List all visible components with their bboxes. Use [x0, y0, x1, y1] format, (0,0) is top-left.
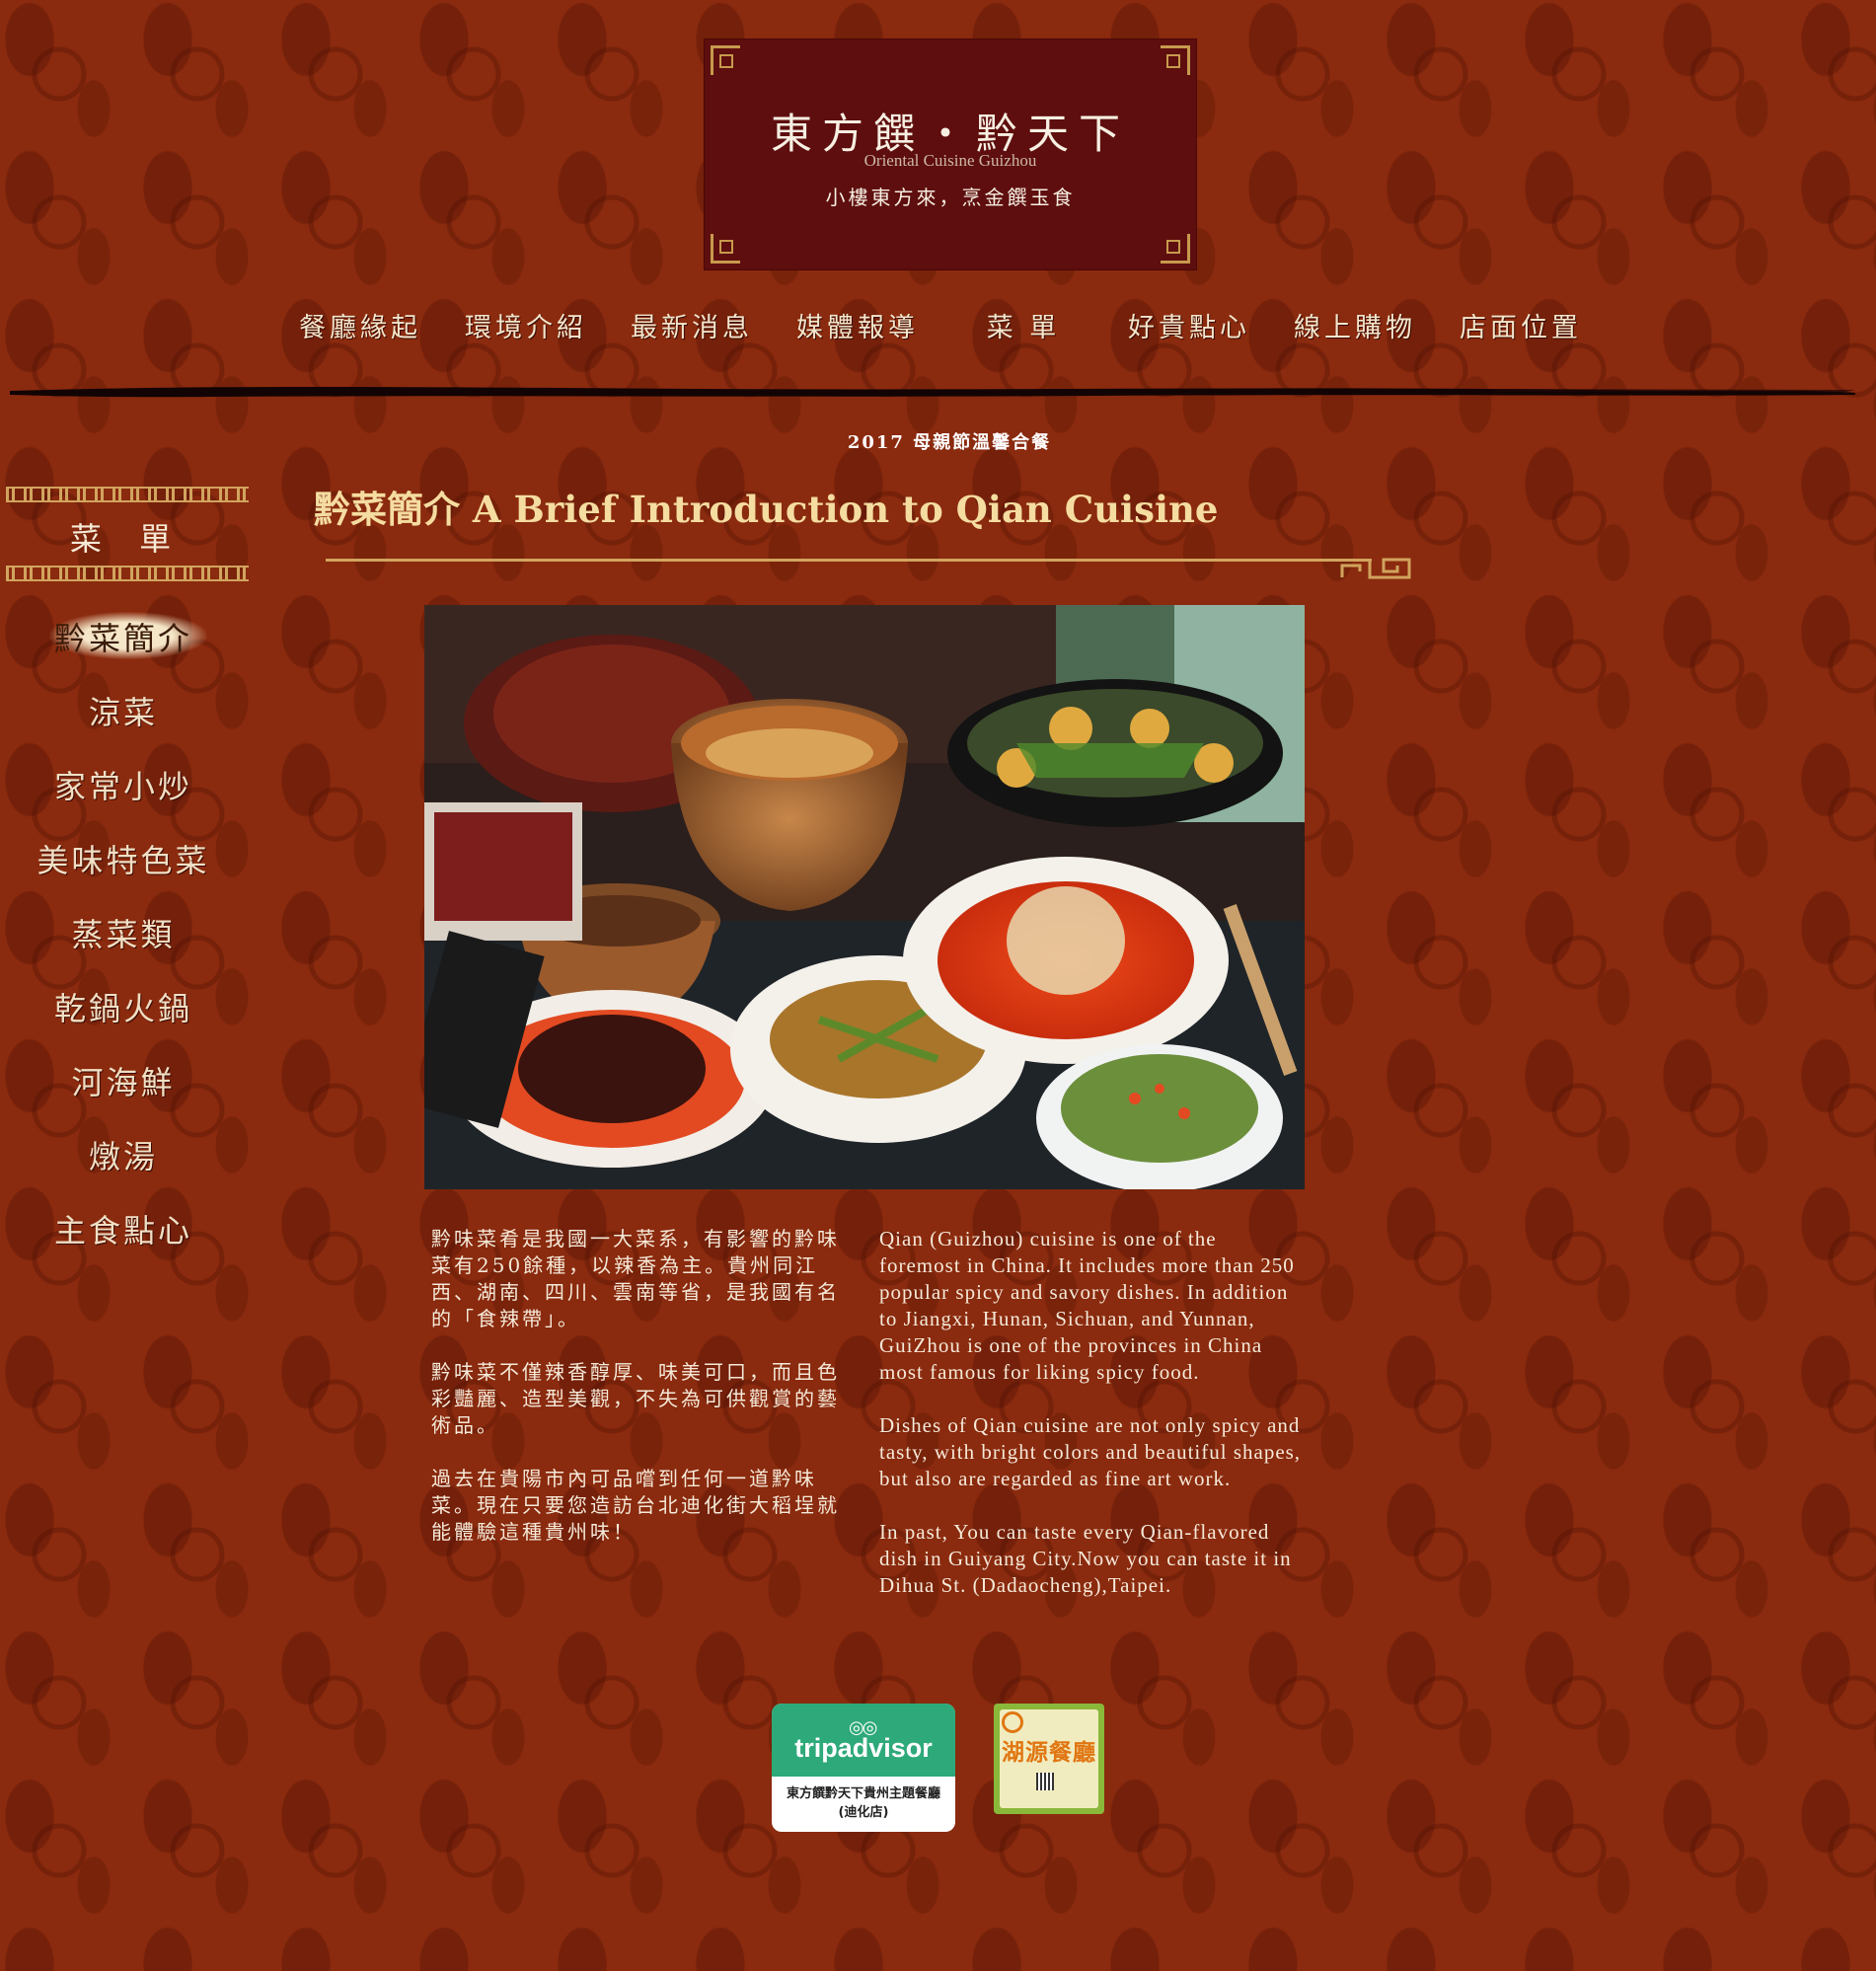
sidebar-item-specialty[interactable]: 美味特色菜	[20, 836, 227, 881]
brush-divider	[10, 387, 1855, 398]
page-title: 黔菜簡介 A Brief Introduction to Qian Cuisin…	[314, 488, 1219, 531]
sidebar-item-cold-dishes[interactable]: 涼菜	[20, 688, 227, 733]
nav-item-media[interactable]: 媒體報導	[784, 306, 932, 344]
nav-item-menu[interactable]: 菜 單	[949, 306, 1097, 344]
paragraph: Qian (Guizhou) cuisine is one of the for…	[879, 1227, 1295, 1384]
fret-border	[6, 566, 249, 581]
main-nav: 餐廳緣起 環境介紹 最新消息 媒體報導 菜 單 好貴點心 線上購物 店面位置	[286, 306, 1599, 355]
leaf-icon	[1002, 1711, 1023, 1733]
paragraph: In past, You can taste every Qian-flavor…	[879, 1520, 1292, 1597]
ornament-corner	[1161, 45, 1190, 75]
promo-link[interactable]: 2017 母親節溫馨合餐	[0, 428, 1876, 454]
intro-text-chinese: 黔味菜肴是我國一大菜系，有影響的黔味菜有250餘種，以辣香為主。貴州同江西、湖南…	[431, 1226, 846, 1572]
nav-item-shop[interactable]: 線上購物	[1281, 306, 1429, 344]
nav-item-news[interactable]: 最新消息	[618, 306, 766, 344]
nav-item-dim-sum[interactable]: 好貴點心	[1115, 306, 1263, 344]
ornament-corner	[711, 234, 740, 264]
tripadvisor-caption: 東方饌黔天下貴州主題餐廳(迪化店)	[786, 1786, 940, 1820]
ornament-corner	[711, 45, 740, 75]
brand-subtitle: Oriental Cuisine Guizhou	[863, 151, 1037, 170]
sidebar-header: 菜 單	[6, 487, 249, 582]
tripadvisor-badge[interactable]: ◎◎ tripadvisor 東方饌黔天下貴州主題餐廳(迪化店)	[772, 1704, 955, 1832]
nav-item-location[interactable]: 店面位置	[1447, 306, 1595, 344]
fret-border	[6, 487, 249, 502]
sidebar-title: 菜 單	[69, 520, 186, 558]
paragraph: 黔味菜肴是我國一大菜系，有影響的黔味菜有250餘種，以辣香為主。貴州同江西、湖南…	[431, 1227, 840, 1330]
ornament-corner	[1161, 234, 1190, 264]
nav-item-origin[interactable]: 餐廳緣起	[286, 306, 434, 344]
lake-restaurant-badge[interactable]: 湖源餐廳	[994, 1704, 1104, 1814]
brand-logo[interactable]: 東方饌・黔天下 Oriental Cuisine Guizhou 小樓東方來，烹…	[705, 39, 1196, 269]
tripadvisor-wordmark: tripadvisor	[794, 1733, 933, 1763]
food-photo	[424, 605, 1305, 1189]
sidebar-item-stir-fry[interactable]: 家常小炒	[20, 762, 227, 807]
lake-badge-title: 湖源餐廳	[1002, 1739, 1096, 1766]
tripadvisor-header: ◎◎ tripadvisor	[772, 1704, 955, 1777]
sidebar-item-seafood[interactable]: 河海鮮	[20, 1058, 227, 1103]
sidebar-item-staples[interactable]: 主食點心	[20, 1206, 227, 1251]
sidebar-item-intro[interactable]: 黔菜簡介	[20, 614, 227, 659]
brand-slogan: 小樓東方來，烹金饌玉食	[825, 186, 1076, 209]
paragraph: 過去在貴陽市內可品嚐到任何一道黔味菜。現在只要您造訪台北迪化街大稻埕就能體驗這種…	[431, 1467, 840, 1544]
intro-text-english: Qian (Guizhou) cuisine is one of the for…	[879, 1226, 1304, 1626]
sidebar-item-steamed[interactable]: 蒸菜類	[20, 910, 227, 955]
nav-item-environment[interactable]: 環境介紹	[452, 306, 600, 344]
sidebar-item-soup[interactable]: 燉湯	[20, 1132, 227, 1177]
heading-rule	[326, 558, 1411, 579]
paragraph: Dishes of Qian cuisine are not only spic…	[879, 1413, 1302, 1490]
paragraph: 黔味菜不僅辣香醇厚、味美可口，而且色彩豔麗、造型美觀，不失為可供觀賞的藝術品。	[431, 1360, 840, 1437]
sidebar-item-hotpot[interactable]: 乾鍋火鍋	[20, 984, 227, 1029]
qr-code-icon	[1036, 1773, 1054, 1790]
